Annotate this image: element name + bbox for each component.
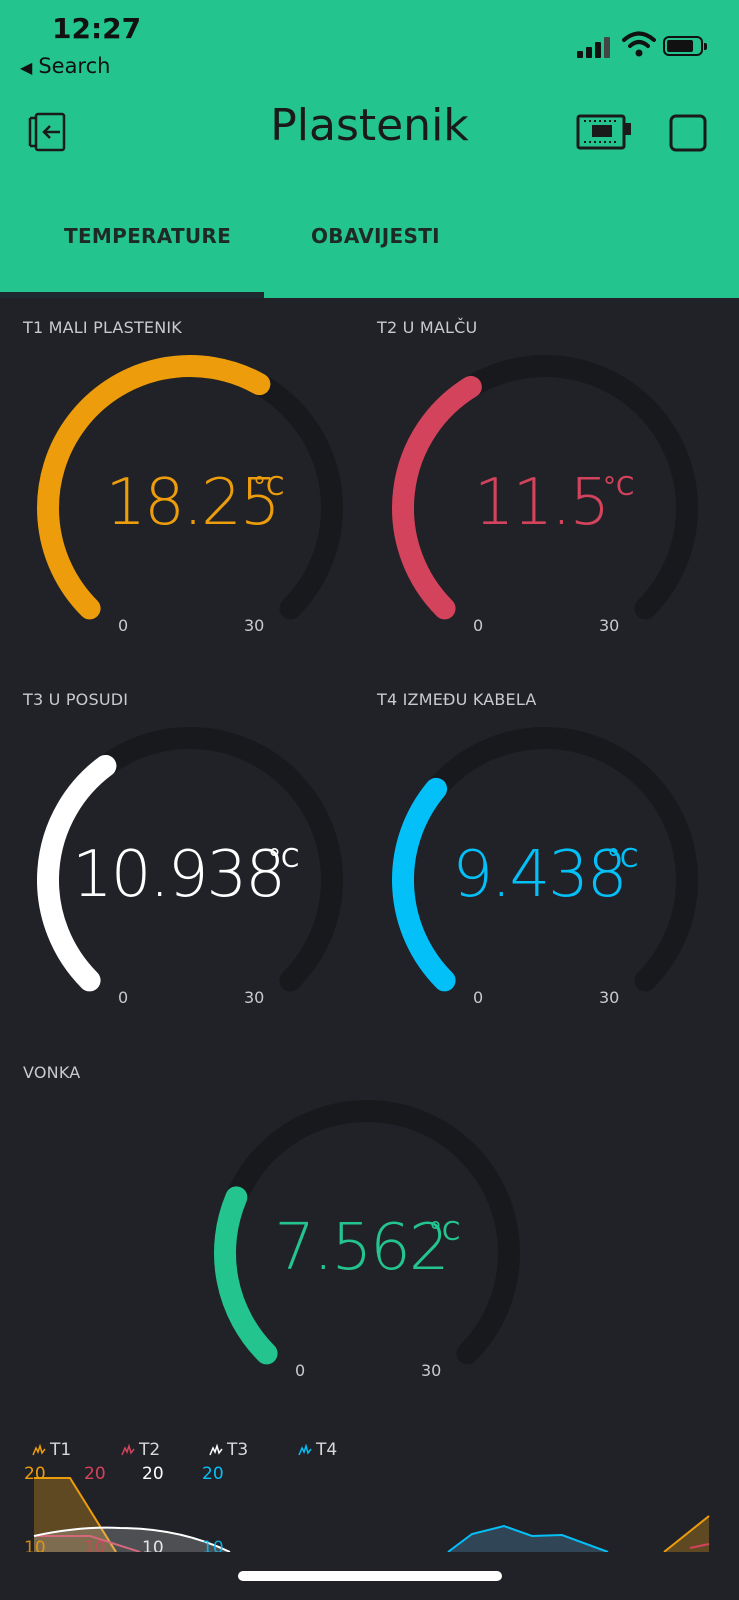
legend-t1[interactable]: T1 [32, 1440, 71, 1460]
back-label: Search [38, 54, 111, 78]
gauge-vonka: 7.562 °C 0 30 [211, 1095, 527, 1395]
cellular-signal-icon [577, 36, 613, 58]
gauge-label-vonka: VONKA [23, 1063, 81, 1082]
legend-label-t1: T1 [50, 1440, 72, 1460]
gauge-min-t1: 0 [118, 616, 129, 635]
chart-ytop-t4: 20 [202, 1464, 224, 1484]
chart-ytop-t3: 20 [142, 1464, 164, 1484]
gauge-unit-t1: °C [253, 472, 285, 502]
legend-t4[interactable]: T4 [298, 1440, 337, 1460]
tab-obavijesti[interactable]: OBAVIJESTI [311, 224, 440, 248]
gauge-label-t1: T1 MALI PLASTENIK [23, 318, 183, 337]
chart-ytop-t1: 20 [24, 1464, 46, 1484]
gauge-t1: 18.25 °C 0 30 [34, 350, 350, 650]
gauge-max-t2: 30 [599, 616, 620, 635]
gauge-label-t4: T4 IZMEĐU KABELA [377, 690, 537, 709]
legend-chart-icon-t3 [209, 1443, 223, 1456]
legend-label-t4: T4 [316, 1440, 338, 1460]
legend-t2[interactable]: T2 [121, 1440, 160, 1460]
wifi-icon [622, 31, 656, 57]
battery-icon [663, 36, 707, 56]
gauge-unit-vonka: °C [429, 1217, 461, 1247]
gauge-min-t3: 0 [118, 988, 129, 1007]
gauge-max-vonka: 30 [421, 1361, 442, 1380]
gauge-t4: 9.438 °C 0 30 [389, 722, 705, 1022]
device-icon[interactable] [575, 110, 633, 154]
gauge-min-vonka: 0 [295, 1361, 306, 1380]
gauge-max-t1: 30 [244, 616, 265, 635]
gauge-t3: 10.938 °C 0 30 [34, 722, 350, 1022]
status-time: 12:27 [52, 12, 142, 45]
back-to-search-link[interactable]: ◀ Search [20, 54, 110, 78]
stop-square-icon[interactable] [669, 114, 707, 152]
gauge-min-t2: 0 [473, 616, 484, 635]
gauge-value-vonka: 7.562 [274, 1211, 449, 1285]
legend-chart-icon-t4 [298, 1443, 312, 1456]
gauge-value-t1: 18.25 [105, 466, 280, 540]
home-indicator[interactable] [238, 1571, 502, 1581]
gauge-label-t3: T3 U POSUDI [23, 690, 129, 709]
back-arrow-icon: ◀ [20, 58, 33, 77]
superchart-plot[interactable] [0, 1470, 739, 1552]
gauge-max-t3: 30 [244, 988, 265, 1007]
legend-chart-icon-t1 [32, 1443, 46, 1456]
gauge-t2: 11.5 °C 0 30 [389, 350, 705, 650]
gauge-unit-t4: °C [607, 844, 639, 874]
legend-label-t2: T2 [139, 1440, 161, 1460]
gauge-label-t2: T2 U MALČU [377, 318, 478, 337]
chart-ytop-t2: 20 [84, 1464, 106, 1484]
tab-temperature[interactable]: TEMPERATURE [64, 224, 231, 248]
active-tab-indicator [0, 292, 264, 298]
gauge-max-t4: 30 [599, 988, 620, 1007]
gauge-value-t4: 9.438 [452, 838, 627, 912]
gauge-unit-t2: °C [603, 472, 635, 502]
gauge-unit-t3: °C [268, 844, 300, 874]
legend-label-t3: T3 [227, 1440, 249, 1460]
gauge-value-t2: 11.5 [473, 466, 611, 540]
legend-t3[interactable]: T3 [209, 1440, 248, 1460]
gauge-min-t4: 0 [473, 988, 484, 1007]
app-header: 12:27 ◀ Search Plastenik TEMPERATURE OBAV… [0, 0, 739, 298]
legend-chart-icon-t2 [121, 1443, 135, 1456]
t4-area [448, 1526, 608, 1552]
